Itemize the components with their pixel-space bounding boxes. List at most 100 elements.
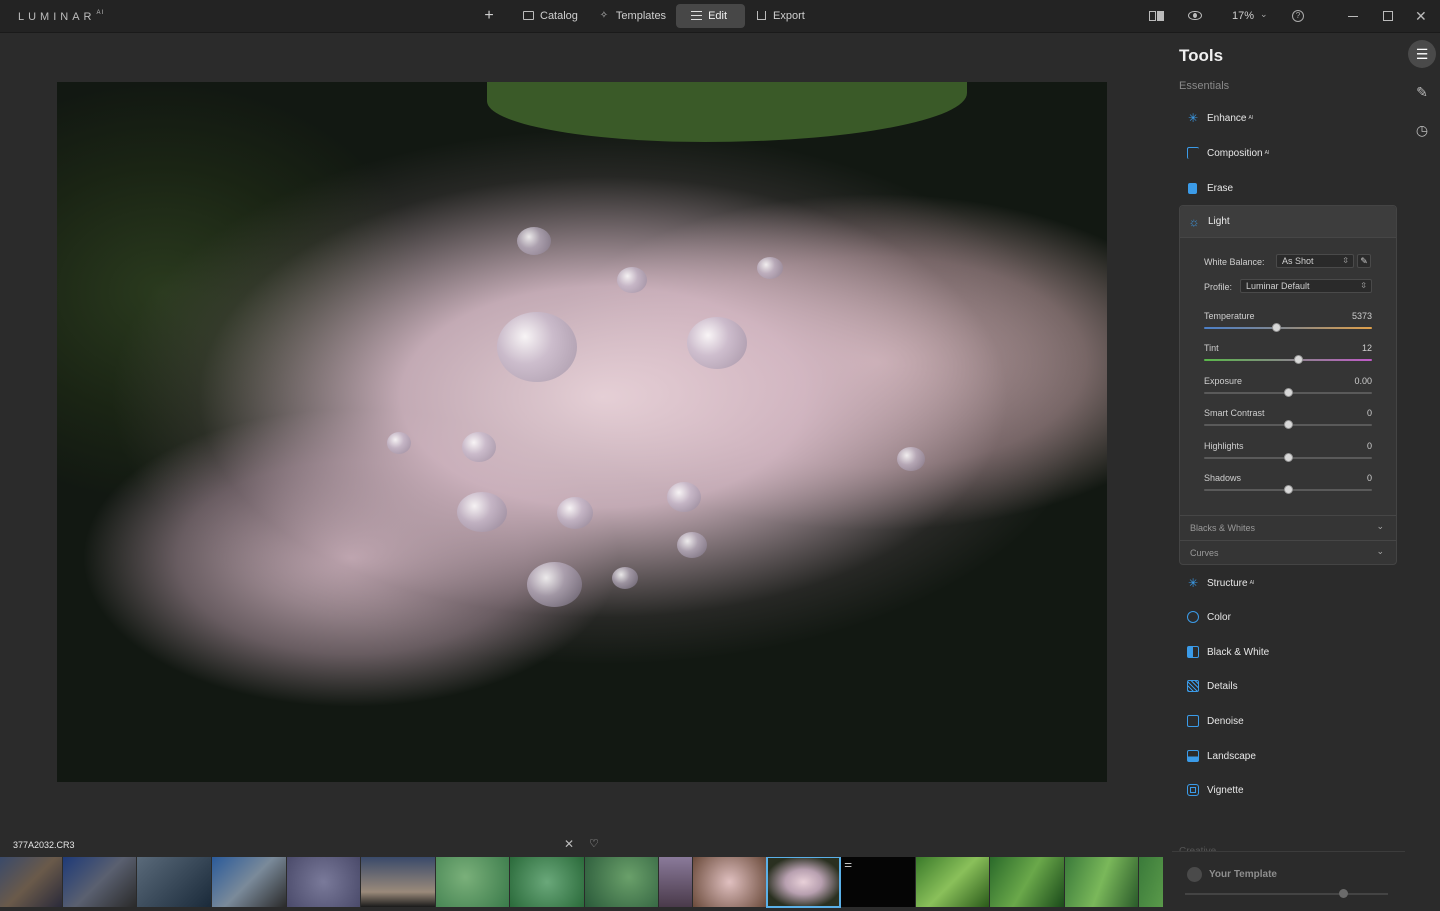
water-drop bbox=[612, 567, 638, 589]
profile-select[interactable]: Luminar Default ⇳ bbox=[1240, 279, 1372, 293]
thumbnail[interactable] bbox=[510, 857, 584, 907]
main-nav: + Catalog ✧ Templates Edit Export bbox=[478, 4, 815, 28]
tool-erase[interactable]: Erase bbox=[1179, 174, 1397, 202]
app-logo: LUMINARAI bbox=[18, 10, 105, 23]
tool-black-white[interactable]: Black & White bbox=[1179, 638, 1397, 666]
denoise-icon bbox=[1187, 715, 1199, 727]
blacks-whites-section[interactable]: Blacks & Whites ⌄ bbox=[1180, 515, 1396, 539]
shadows-knob[interactable] bbox=[1283, 485, 1293, 494]
smart-contrast-slider[interactable] bbox=[1204, 420, 1372, 429]
temperature-knob[interactable] bbox=[1271, 323, 1281, 332]
exposure-slider[interactable] bbox=[1204, 388, 1372, 397]
water-drop bbox=[517, 227, 551, 255]
white-balance-select[interactable]: As Shot ⇳ bbox=[1276, 254, 1354, 268]
history-clock-icon[interactable]: ◷ bbox=[1408, 116, 1436, 144]
temperature-value[interactable]: 5373 bbox=[1352, 311, 1372, 321]
reject-icon[interactable]: ✕ bbox=[564, 837, 574, 851]
highlights-slider[interactable] bbox=[1204, 453, 1372, 462]
eyedropper-icon[interactable]: ✎ bbox=[1357, 254, 1371, 268]
thumbnail[interactable] bbox=[436, 857, 509, 907]
thumbnail[interactable] bbox=[659, 857, 692, 907]
tool-details[interactable]: Details bbox=[1179, 672, 1397, 700]
tool-structure[interactable]: ✳ Structure AI bbox=[1179, 569, 1397, 597]
highlights-knob[interactable] bbox=[1283, 453, 1293, 462]
preview-eye-icon[interactable] bbox=[1188, 11, 1202, 20]
thumbnail[interactable] bbox=[212, 857, 286, 907]
water-drop bbox=[497, 312, 577, 382]
photo-canvas[interactable] bbox=[57, 82, 1107, 782]
enhance-icon: ✳ bbox=[1187, 111, 1199, 125]
zoom-level[interactable]: 17% bbox=[1232, 10, 1254, 22]
thumbnail[interactable] bbox=[916, 857, 989, 907]
sun-icon: ☼ bbox=[1188, 214, 1200, 229]
tint-value[interactable]: 12 bbox=[1362, 343, 1372, 353]
tool-denoise[interactable]: Denoise bbox=[1179, 707, 1397, 735]
eraser-icon bbox=[1188, 182, 1197, 194]
tab-export[interactable]: Export bbox=[745, 4, 815, 28]
smart-contrast-knob[interactable] bbox=[1283, 420, 1293, 429]
tool-composition[interactable]: Composition AI bbox=[1179, 139, 1397, 167]
tool-enhance[interactable]: ✳ Enhance AI bbox=[1179, 104, 1397, 132]
brush-icon[interactable]: ✎ bbox=[1408, 78, 1436, 106]
details-icon bbox=[1187, 680, 1199, 692]
temperature-slider[interactable] bbox=[1204, 323, 1372, 332]
panel-divider bbox=[1172, 851, 1405, 852]
exposure-value[interactable]: 0.00 bbox=[1354, 376, 1372, 386]
landscape-icon bbox=[1187, 750, 1199, 762]
your-template-row[interactable]: Your Template bbox=[1187, 867, 1277, 882]
photo-leaf bbox=[487, 82, 967, 142]
water-drop bbox=[527, 562, 582, 607]
thumbnail[interactable] bbox=[63, 857, 136, 907]
shadows-value[interactable]: 0 bbox=[1367, 473, 1372, 483]
help-icon[interactable]: ? bbox=[1292, 10, 1304, 22]
favorite-heart-icon[interactable]: ♡ bbox=[589, 837, 599, 850]
shadows-slider[interactable] bbox=[1204, 485, 1372, 494]
tools-title: Tools bbox=[1179, 46, 1224, 65]
current-filename: 377A2032.CR3 bbox=[13, 840, 75, 850]
add-photos-button[interactable]: + bbox=[478, 7, 500, 25]
tab-catalog[interactable]: Catalog bbox=[512, 4, 588, 28]
chevron-down-icon[interactable]: ⌄ bbox=[1260, 9, 1268, 20]
sparkle-icon: ✧ bbox=[599, 10, 609, 21]
template-toggle-icon[interactable] bbox=[1187, 867, 1202, 882]
exposure-knob[interactable] bbox=[1283, 388, 1293, 397]
thumbnail[interactable] bbox=[693, 857, 766, 907]
thumbnail[interactable] bbox=[841, 857, 915, 907]
water-drop bbox=[557, 497, 593, 529]
tint-slider[interactable] bbox=[1204, 355, 1372, 364]
highlights-value[interactable]: 0 bbox=[1367, 441, 1372, 451]
template-amount-slider[interactable] bbox=[1185, 893, 1388, 895]
thumbnail-selected[interactable] bbox=[766, 857, 841, 908]
maximize-button[interactable] bbox=[1383, 11, 1393, 21]
tab-templates[interactable]: ✧ Templates bbox=[588, 4, 676, 28]
tool-light[interactable]: ☼ Light bbox=[1180, 206, 1396, 238]
tools-sliders-icon[interactable]: ☰ bbox=[1408, 40, 1436, 68]
template-amount-knob[interactable] bbox=[1338, 889, 1348, 898]
tint-knob[interactable] bbox=[1293, 355, 1303, 364]
thumbnail[interactable] bbox=[1139, 857, 1163, 907]
tab-edit[interactable]: Edit bbox=[676, 4, 746, 28]
tool-color[interactable]: Color bbox=[1179, 603, 1397, 631]
minimize-button[interactable] bbox=[1348, 16, 1358, 17]
exposure-label: Exposure bbox=[1204, 376, 1243, 386]
water-drop bbox=[757, 257, 783, 279]
thumbnail[interactable] bbox=[990, 857, 1064, 907]
up-down-icon: ⇳ bbox=[1342, 256, 1349, 265]
thumbnail[interactable] bbox=[361, 857, 435, 907]
tool-vignette[interactable]: Vignette bbox=[1179, 776, 1397, 804]
thumbnail[interactable] bbox=[137, 857, 211, 907]
thumbnail[interactable] bbox=[287, 857, 360, 907]
water-drop bbox=[617, 267, 647, 293]
water-drop bbox=[462, 432, 496, 462]
thumbnail[interactable] bbox=[585, 857, 658, 907]
smart-contrast-value[interactable]: 0 bbox=[1367, 408, 1372, 418]
curves-section[interactable]: Curves ⌄ bbox=[1180, 540, 1396, 564]
compare-icon[interactable] bbox=[1149, 11, 1165, 21]
thumbnail[interactable] bbox=[0, 857, 62, 907]
chevron-down-icon: ⌄ bbox=[1376, 521, 1384, 531]
smart-contrast-label: Smart Contrast bbox=[1204, 408, 1265, 418]
thumbnail[interactable] bbox=[1065, 857, 1138, 907]
tool-landscape[interactable]: Landscape bbox=[1179, 742, 1397, 770]
water-drop bbox=[457, 492, 507, 532]
close-window-button[interactable]: ✕ bbox=[1415, 8, 1427, 25]
